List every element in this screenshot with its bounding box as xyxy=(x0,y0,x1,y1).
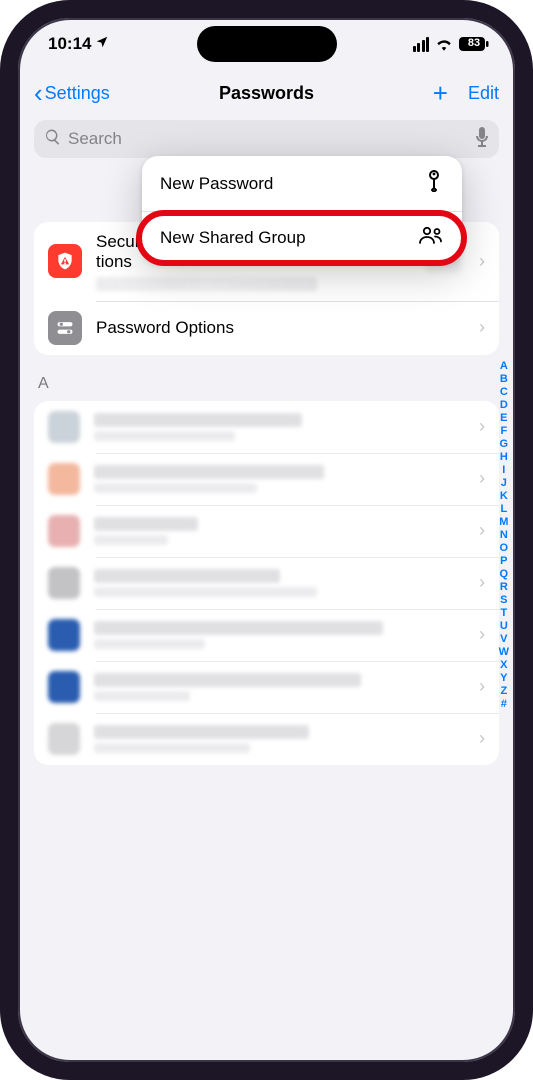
status-time: 10:14 xyxy=(48,34,91,54)
site-favicon xyxy=(48,515,80,547)
menu-new-password-label: New Password xyxy=(160,174,273,194)
site-favicon xyxy=(48,671,80,703)
index-letter[interactable]: J xyxy=(499,477,509,489)
index-letter[interactable]: K xyxy=(499,490,509,502)
chevron-right-icon: › xyxy=(479,624,485,645)
chevron-right-icon: › xyxy=(479,468,485,489)
index-letter[interactable]: T xyxy=(499,607,509,619)
index-letter[interactable]: I xyxy=(499,464,509,476)
edit-button[interactable]: Edit xyxy=(468,83,499,104)
index-letter[interactable]: C xyxy=(499,386,509,398)
index-letter[interactable]: S xyxy=(499,594,509,606)
menu-new-password[interactable]: New Password xyxy=(142,156,462,211)
chevron-left-icon: ‹ xyxy=(34,78,43,109)
blurred-subtitle xyxy=(96,277,317,291)
menu-new-shared-group-label: New Shared Group xyxy=(160,228,306,248)
password-list: › › › › › xyxy=(34,401,499,765)
chevron-right-icon: › xyxy=(479,416,485,437)
chevron-right-icon: › xyxy=(479,572,485,593)
index-letter[interactable]: M xyxy=(499,516,509,528)
site-favicon xyxy=(48,463,80,495)
site-favicon xyxy=(48,567,80,599)
index-letter[interactable]: N xyxy=(499,529,509,541)
index-letter[interactable]: U xyxy=(499,620,509,632)
index-letter[interactable]: H xyxy=(499,451,509,463)
chevron-right-icon: › xyxy=(479,520,485,541)
chevron-right-icon: › xyxy=(479,676,485,697)
shield-warning-icon xyxy=(48,244,82,278)
password-entry[interactable]: › xyxy=(34,661,499,713)
index-letter[interactable]: # xyxy=(499,698,509,710)
index-letter[interactable]: V xyxy=(499,633,509,645)
search-field[interactable]: Search xyxy=(34,120,499,158)
password-entry[interactable]: › xyxy=(34,401,499,453)
password-entry[interactable]: › xyxy=(34,713,499,765)
battery-icon: 83 xyxy=(459,37,489,51)
index-letter[interactable]: P xyxy=(499,555,509,567)
search-placeholder: Search xyxy=(68,129,469,149)
nav-bar: ‹ Settings Passwords + Edit xyxy=(18,70,515,116)
add-button[interactable]: + xyxy=(433,78,448,109)
search-icon xyxy=(44,128,62,151)
back-button[interactable]: ‹ Settings xyxy=(34,78,110,109)
password-options-row[interactable]: Password Options › xyxy=(34,301,499,355)
key-icon xyxy=(424,170,444,197)
index-letter[interactable]: D xyxy=(499,399,509,411)
index-letter[interactable]: Z xyxy=(499,685,509,697)
index-letter[interactable]: X xyxy=(499,659,509,671)
dynamic-island xyxy=(197,26,337,62)
chevron-right-icon: › xyxy=(479,317,485,338)
menu-new-shared-group[interactable]: New Shared Group xyxy=(142,212,462,263)
microphone-icon[interactable] xyxy=(475,127,489,152)
site-favicon xyxy=(48,619,80,651)
index-letter[interactable]: E xyxy=(499,412,509,424)
add-menu: New Password New Shared Group xyxy=(142,156,462,263)
battery-percent: 83 xyxy=(465,37,483,49)
index-letter[interactable]: F xyxy=(499,425,509,437)
site-favicon xyxy=(48,723,80,755)
index-letter[interactable]: Q xyxy=(499,568,509,580)
back-label: Settings xyxy=(45,83,110,104)
location-arrow-icon xyxy=(95,35,109,53)
wifi-icon xyxy=(435,37,453,51)
index-letter[interactable]: Y xyxy=(499,672,509,684)
alphabet-index[interactable]: ABCDEFGHIJKLMNOPQRSTUVWXYZ# xyxy=(495,358,513,712)
index-letter[interactable]: O xyxy=(499,542,509,554)
index-letter[interactable]: W xyxy=(499,646,509,658)
index-letter[interactable]: R xyxy=(499,581,509,593)
index-letter[interactable]: G xyxy=(499,438,509,450)
site-favicon xyxy=(48,411,80,443)
password-entry[interactable]: › xyxy=(34,453,499,505)
cellular-signal-icon xyxy=(413,37,430,52)
chevron-right-icon: › xyxy=(479,251,485,272)
toggles-icon xyxy=(48,311,82,345)
password-entry[interactable]: › xyxy=(34,557,499,609)
password-entry[interactable]: › xyxy=(34,609,499,661)
index-letter[interactable]: L xyxy=(499,503,509,515)
chevron-right-icon: › xyxy=(479,728,485,749)
section-header-a: A xyxy=(38,375,499,393)
index-letter[interactable]: B xyxy=(499,373,509,385)
people-icon xyxy=(418,226,444,249)
password-entry[interactable]: › xyxy=(34,505,499,557)
index-letter[interactable]: A xyxy=(499,360,509,372)
password-options-label: Password Options xyxy=(96,317,465,338)
